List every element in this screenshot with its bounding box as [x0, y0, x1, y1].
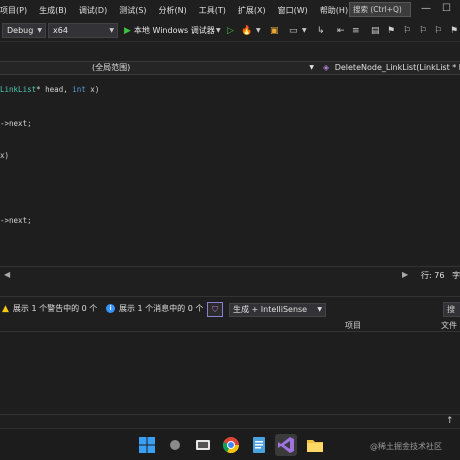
chevron-down-icon: ▼: [317, 306, 322, 313]
warnings-label: 展示 1 个警告中的 0 个: [12, 304, 98, 313]
toolbar: Debug ▼ x64 ▼ ▶ 本地 Windows 调试器 ▼ ▷ 🔥 ▼ ▣…: [0, 20, 460, 42]
chevron-down-icon[interactable]: ▼: [216, 24, 221, 38]
solution-explorer-icon[interactable]: ▣: [270, 24, 279, 38]
visual-studio-icon[interactable]: [275, 434, 297, 456]
menu-build[interactable]: 生成(B): [33, 5, 73, 16]
minimize-icon[interactable]: —: [421, 3, 431, 14]
bookmark-icon[interactable]: ⚑: [387, 24, 395, 38]
menu-tools[interactable]: 工具(T): [193, 5, 232, 16]
menu-extensions[interactable]: 扩展(X): [232, 5, 272, 16]
step-over-icon[interactable]: ↳: [317, 24, 325, 38]
search-input[interactable]: 搜索 (Ctrl+Q): [349, 2, 411, 17]
chevron-down-icon[interactable]: ▼: [256, 24, 261, 38]
info-icon: i: [106, 304, 115, 313]
browser-link-icon[interactable]: ▭: [289, 24, 298, 38]
menu-project[interactable]: 项目(P): [0, 5, 33, 16]
maximize-icon[interactable]: ☐: [442, 3, 451, 14]
chevron-down-icon: ▼: [309, 64, 314, 71]
watermark: @稀土掘金技术社区: [370, 442, 442, 451]
align-icon[interactable]: ≡: [352, 24, 360, 38]
task-view-icon[interactable]: [192, 434, 214, 456]
comment-icon[interactable]: ▤: [371, 24, 380, 38]
menu-analyze[interactable]: 分析(N): [153, 5, 193, 16]
scope-label: (全局范围): [92, 63, 131, 72]
editor-status-bar: ◀ ▶ 行: 76 字: [0, 266, 460, 283]
line-indicator: 行: 76 字: [421, 271, 460, 280]
config-value: Debug: [7, 26, 34, 35]
scroll-left-icon[interactable]: ◀: [4, 270, 10, 279]
search-icon[interactable]: [164, 434, 186, 456]
code-editor[interactable]: LinkList* head, int x) ->next; x) ->next…: [0, 75, 460, 263]
scope-dropdown[interactable]: (全局范围) ▼: [92, 62, 314, 74]
chevron-down-icon[interactable]: ▼: [302, 24, 307, 38]
code-line: x): [0, 151, 10, 160]
warning-icon: ▲: [2, 303, 9, 314]
error-search-input[interactable]: 搜: [443, 302, 460, 317]
run-label: 本地 Windows 调试器: [133, 26, 215, 35]
platform-select[interactable]: x64 ▼: [48, 23, 118, 38]
code-line: ->next;: [0, 119, 32, 128]
chevron-down-icon: ▼: [109, 27, 114, 34]
panel-bottom-bar: ↑: [0, 414, 460, 428]
code-line: ->next;: [0, 216, 32, 225]
function-label: DeleteNode_LinkList(LinkList * hea: [334, 63, 460, 72]
arrow-up-icon[interactable]: ↑: [446, 416, 454, 426]
chevron-down-icon: ▼: [37, 27, 42, 34]
bookmark-prev-icon[interactable]: ⚐: [403, 24, 411, 38]
code-line: LinkList* head, int x): [0, 85, 100, 94]
method-icon: ◈: [323, 63, 330, 72]
chrome-icon[interactable]: [220, 434, 242, 456]
play-icon: ▶: [124, 25, 131, 36]
file-explorer-icon[interactable]: [304, 434, 326, 456]
bookmark-window-icon[interactable]: ⚑: [450, 24, 458, 38]
build-filter-value: 生成 + IntelliSense: [233, 305, 308, 314]
hot-reload-icon[interactable]: 🔥: [241, 24, 252, 38]
platform-value: x64: [53, 26, 68, 35]
notepad-icon[interactable]: [248, 434, 270, 456]
build-filter-select[interactable]: 生成 + IntelliSense ▼: [229, 303, 326, 317]
column-file[interactable]: 文件: [441, 320, 457, 332]
windows-start-icon[interactable]: [136, 434, 158, 456]
error-list-body: [0, 332, 460, 414]
start-without-debugging-icon[interactable]: ▷: [227, 24, 234, 38]
messages-filter[interactable]: i 展示 1 个消息中的 0 个: [106, 303, 203, 314]
messages-label: 展示 1 个消息中的 0 个: [119, 304, 204, 313]
menu-test[interactable]: 测试(S): [113, 5, 152, 16]
bookmark-next-icon[interactable]: ⚐: [419, 24, 427, 38]
config-select[interactable]: Debug ▼: [2, 23, 46, 38]
scroll-right-icon[interactable]: ▶: [402, 270, 408, 279]
editor-navigation-bar: (全局范围) ▼ ◈ DeleteNode_LinkList(LinkList …: [0, 61, 460, 75]
error-list-toolbar: ▲ 展示 1 个警告中的 0 个 i 展示 1 个消息中的 0 个 ⛉ 生成 +…: [0, 296, 460, 322]
bookmark-clear-icon[interactable]: ⚐: [434, 24, 442, 38]
start-debugging-button[interactable]: ▶ 本地 Windows 调试器: [124, 23, 215, 38]
error-list-header: 项目 文件: [0, 320, 460, 332]
warnings-filter[interactable]: ▲ 展示 1 个警告中的 0 个: [2, 303, 97, 314]
menu-window[interactable]: 窗口(W): [272, 5, 314, 16]
menu-debug[interactable]: 调试(D): [73, 5, 113, 16]
filter-icon[interactable]: ⛉: [207, 302, 223, 317]
format-icon[interactable]: ⇤: [337, 24, 345, 38]
function-dropdown[interactable]: ◈ DeleteNode_LinkList(LinkList * hea: [323, 62, 460, 74]
column-project[interactable]: 项目: [345, 320, 361, 332]
